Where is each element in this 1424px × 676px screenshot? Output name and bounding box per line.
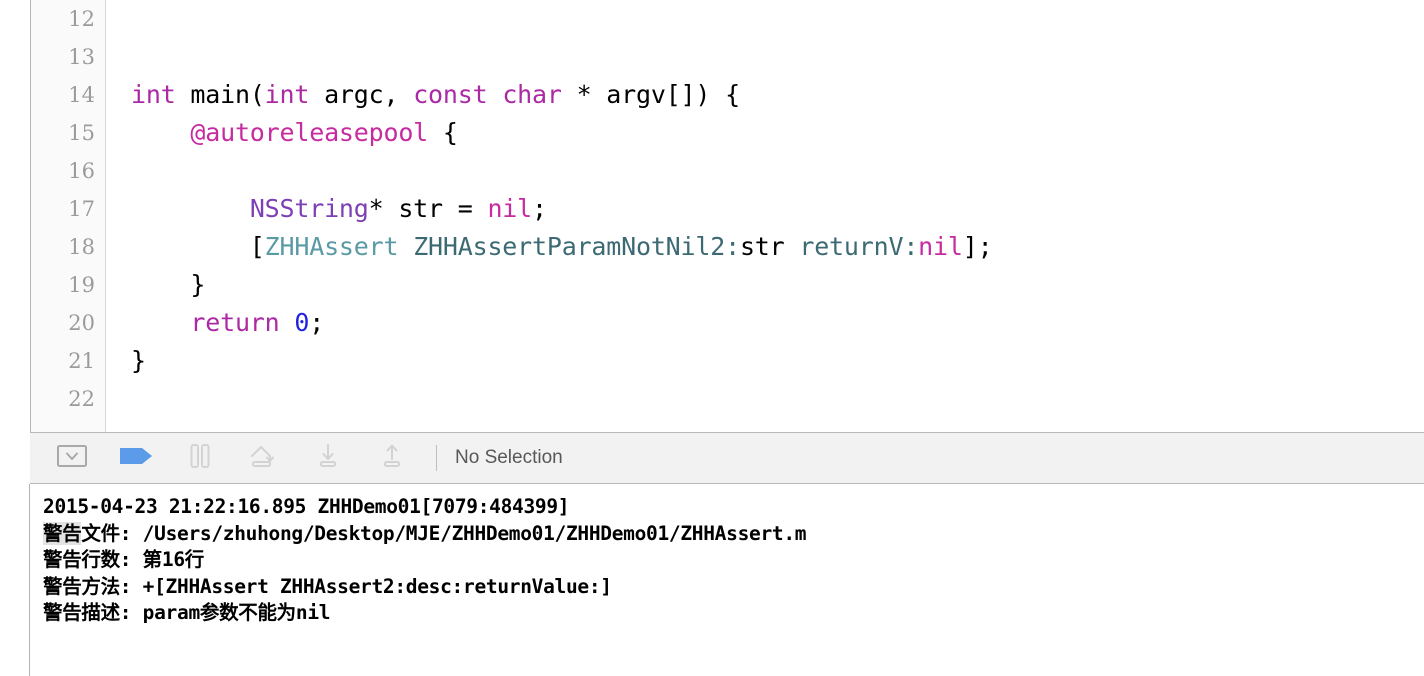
code-token: } bbox=[131, 346, 146, 375]
code-line[interactable]: [ZHHAssert ZHHAssertParamNotNil2:str ret… bbox=[131, 228, 993, 266]
code-line[interactable]: return 0; bbox=[131, 304, 324, 342]
console-text: 文件: /Users/zhuhong/Desktop/MJE/ZHHDemo01… bbox=[81, 521, 807, 545]
line-number[interactable]: 17 bbox=[35, 190, 95, 228]
code-token: int bbox=[131, 80, 176, 109]
code-line[interactable]: int main(int argc, const char * argv[]) … bbox=[131, 76, 740, 114]
step-out-icon bbox=[379, 443, 405, 474]
code-token: str bbox=[739, 232, 785, 261]
deactivate-breakpoints-button[interactable] bbox=[114, 440, 158, 476]
code-token: argc, bbox=[309, 80, 414, 109]
code-token: returnV: bbox=[799, 232, 919, 261]
line-number[interactable]: 21 bbox=[35, 342, 95, 380]
console-text: 警告方法: +[ZHHAssert ZHHAssert2:desc:return… bbox=[43, 574, 612, 598]
code-token: char bbox=[502, 80, 562, 109]
step-over-button[interactable] bbox=[242, 440, 286, 476]
warning-method-line: 警告方法: +[ZHHAssert ZHHAssert2:desc:return… bbox=[43, 574, 1424, 601]
code-token: return bbox=[190, 308, 280, 337]
step-into-icon bbox=[315, 443, 341, 474]
step-over-icon bbox=[248, 443, 280, 474]
pause-button[interactable] bbox=[178, 440, 222, 476]
code-token: } bbox=[131, 270, 206, 299]
line-number[interactable]: 22 bbox=[35, 380, 95, 418]
code-line[interactable]: } bbox=[131, 266, 205, 304]
code-token: ]; bbox=[962, 232, 993, 261]
code-text-area[interactable]: int main(int argc, const char * argv[]) … bbox=[107, 0, 1424, 432]
line-number[interactable]: 16 bbox=[35, 152, 95, 190]
code-token: nil bbox=[487, 194, 532, 223]
step-out-button[interactable] bbox=[370, 440, 414, 476]
code-token: ; bbox=[309, 308, 325, 337]
code-line[interactable]: } bbox=[131, 342, 146, 380]
code-token: main( bbox=[175, 80, 265, 109]
step-into-button[interactable] bbox=[306, 440, 350, 476]
code-token: [ bbox=[131, 232, 265, 261]
line-number[interactable]: 18 bbox=[35, 228, 95, 266]
code-token: NSString bbox=[249, 194, 369, 223]
editor-left-margin bbox=[0, 0, 30, 432]
warning-line-number-line: 警告行数: 第16行 bbox=[43, 547, 1424, 574]
code-token: nil bbox=[918, 232, 963, 261]
warning-description-line: 警告描述: param参数不能为nil bbox=[43, 600, 1424, 627]
console-left-margin bbox=[0, 484, 30, 676]
line-number[interactable]: 12 bbox=[35, 0, 95, 38]
source-editor[interactable]: 12 13 14 15 16 17 18 19 20 21 22 int main(int argc… bbox=[0, 0, 1424, 432]
console-output[interactable]: 2015-04-23 21:22:16.895 ZHHDemo01[7079:4… bbox=[31, 484, 1424, 676]
line-number-gutter[interactable]: 12 13 14 15 16 17 18 19 20 21 22 bbox=[30, 0, 106, 432]
console-text: 2015-04-23 21:22:16.895 ZHHDemo01[7079:4… bbox=[43, 495, 570, 518]
code-line[interactable]: NSString* str = nil; bbox=[131, 190, 547, 228]
code-token: @autoreleasepool bbox=[190, 118, 429, 147]
code-token: ZHHAssert bbox=[264, 232, 399, 261]
console-text: 警告行数: 第16行 bbox=[43, 548, 204, 571]
code-token: 0 bbox=[294, 308, 310, 337]
console-text: 警告 bbox=[43, 521, 82, 545]
line-number[interactable]: 13 bbox=[35, 38, 95, 76]
selection-status-label: No Selection bbox=[455, 447, 563, 468]
pause-icon bbox=[188, 443, 212, 474]
timestamp-line: 2015-04-23 21:22:16.895 ZHHDemo01[7079:4… bbox=[43, 494, 1424, 521]
code-line[interactable]: @autoreleasepool { bbox=[131, 114, 458, 152]
debug-toolbar: No Selection bbox=[30, 432, 1424, 484]
line-number[interactable]: 14 bbox=[35, 76, 95, 114]
code-token: const bbox=[413, 80, 488, 109]
line-number[interactable]: 19 bbox=[35, 266, 95, 304]
line-number[interactable]: 20 bbox=[35, 304, 95, 342]
toolbar-divider bbox=[436, 445, 437, 471]
panel-collapse-icon bbox=[57, 444, 87, 472]
code-token: ZHHAssertParamNotNil2: bbox=[413, 232, 740, 261]
line-number[interactable]: 15 bbox=[35, 114, 95, 152]
code-token: * argv[]) { bbox=[561, 80, 741, 109]
code-token: int bbox=[264, 80, 310, 109]
code-token: ; bbox=[532, 194, 547, 223]
breakpoint-flag-icon bbox=[119, 445, 153, 472]
code-token: { bbox=[428, 118, 458, 147]
console-area: 2015-04-23 21:22:16.895 ZHHDemo01[7079:4… bbox=[0, 484, 1424, 676]
console-text: 警告描述: param参数不能为nil bbox=[43, 601, 331, 624]
warning-file-line: 警告文件: /Users/zhuhong/Desktop/MJE/ZHHDemo… bbox=[43, 521, 1424, 548]
hide-debug-area-button[interactable] bbox=[50, 440, 94, 476]
code-token: * str = bbox=[368, 194, 488, 223]
